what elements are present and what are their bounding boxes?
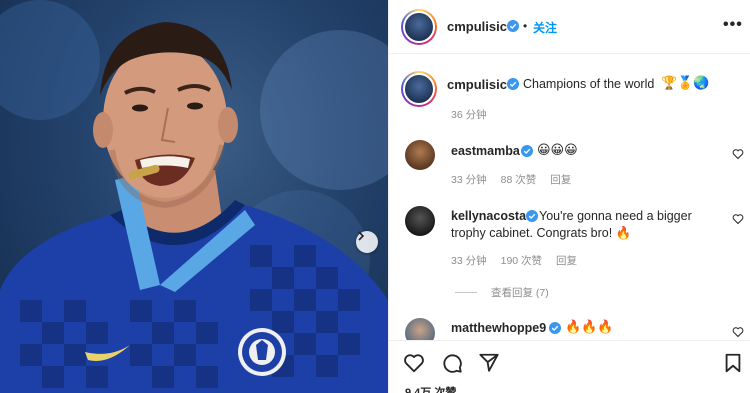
comment-likes[interactable]: 190 次赞: [501, 255, 542, 267]
author-avatar[interactable]: [401, 9, 437, 45]
caption-author-avatar[interactable]: [401, 71, 437, 107]
verified-badge-icon: [507, 20, 519, 32]
more-options-button[interactable]: •••: [723, 16, 743, 34]
post-photo[interactable]: [0, 0, 388, 393]
verified-badge-icon: [507, 78, 519, 90]
like-comment-heart-icon[interactable]: [732, 213, 744, 225]
comment-time: 33 分钟: [451, 174, 487, 186]
like-heart-icon[interactable]: [403, 352, 425, 374]
like-comment-heart-icon[interactable]: [732, 326, 744, 338]
view-replies-button[interactable]: 查看回复 (7): [455, 285, 549, 300]
comment-likes[interactable]: 88 次赞: [501, 174, 537, 186]
comment-text: 🔥🔥🔥: [565, 320, 614, 335]
player-photo-image: [0, 0, 388, 393]
caption-username[interactable]: cmpulisic: [447, 77, 507, 92]
next-photo-button[interactable]: [356, 231, 378, 253]
likes-count[interactable]: 9.4万 次赞: [405, 384, 456, 393]
comment-bubble-icon[interactable]: [441, 352, 463, 374]
comment-text: You're gonna need a bigger trophy cabine…: [451, 209, 692, 240]
caption-time: 36 分钟: [451, 109, 487, 121]
save-bookmark-icon[interactable]: [722, 352, 744, 374]
comment-meta: 33 分钟 88 次赞 回复: [451, 172, 585, 187]
post-header: cmpulisic • 关注 •••: [389, 0, 750, 54]
verified-badge-icon: [521, 145, 533, 157]
verified-badge-icon: [549, 322, 561, 334]
post-side-panel: cmpulisic • 关注 ••• cmpulisic Champions o…: [388, 0, 750, 393]
replies-divider-line: [455, 292, 477, 293]
comment-text: 😀😀😀: [537, 143, 578, 158]
separator-dot: •: [523, 19, 528, 33]
comment-meta: 33 分钟 190 次赞 回复: [451, 253, 591, 268]
author-username[interactable]: cmpulisic: [447, 19, 507, 34]
comment-username[interactable]: eastmamba: [451, 144, 520, 158]
commenter-avatar[interactable]: [405, 206, 435, 236]
reply-button[interactable]: 回复: [550, 174, 571, 186]
comment-time: 33 分钟: [451, 255, 487, 267]
chevron-right-icon: [358, 231, 365, 241]
view-replies-label[interactable]: 查看回复 (7): [491, 285, 549, 300]
caption-emojis: 🏆🏅🌏: [661, 76, 710, 91]
reply-button[interactable]: 回复: [556, 255, 577, 267]
comment-username[interactable]: matthewhoppe9: [451, 321, 546, 335]
share-paper-plane-icon[interactable]: [478, 352, 500, 374]
like-comment-heart-icon[interactable]: [732, 148, 744, 160]
commenter-avatar[interactable]: [405, 140, 435, 170]
caption-text: Champions of the world: [523, 77, 655, 91]
follow-button[interactable]: 关注: [533, 19, 557, 36]
